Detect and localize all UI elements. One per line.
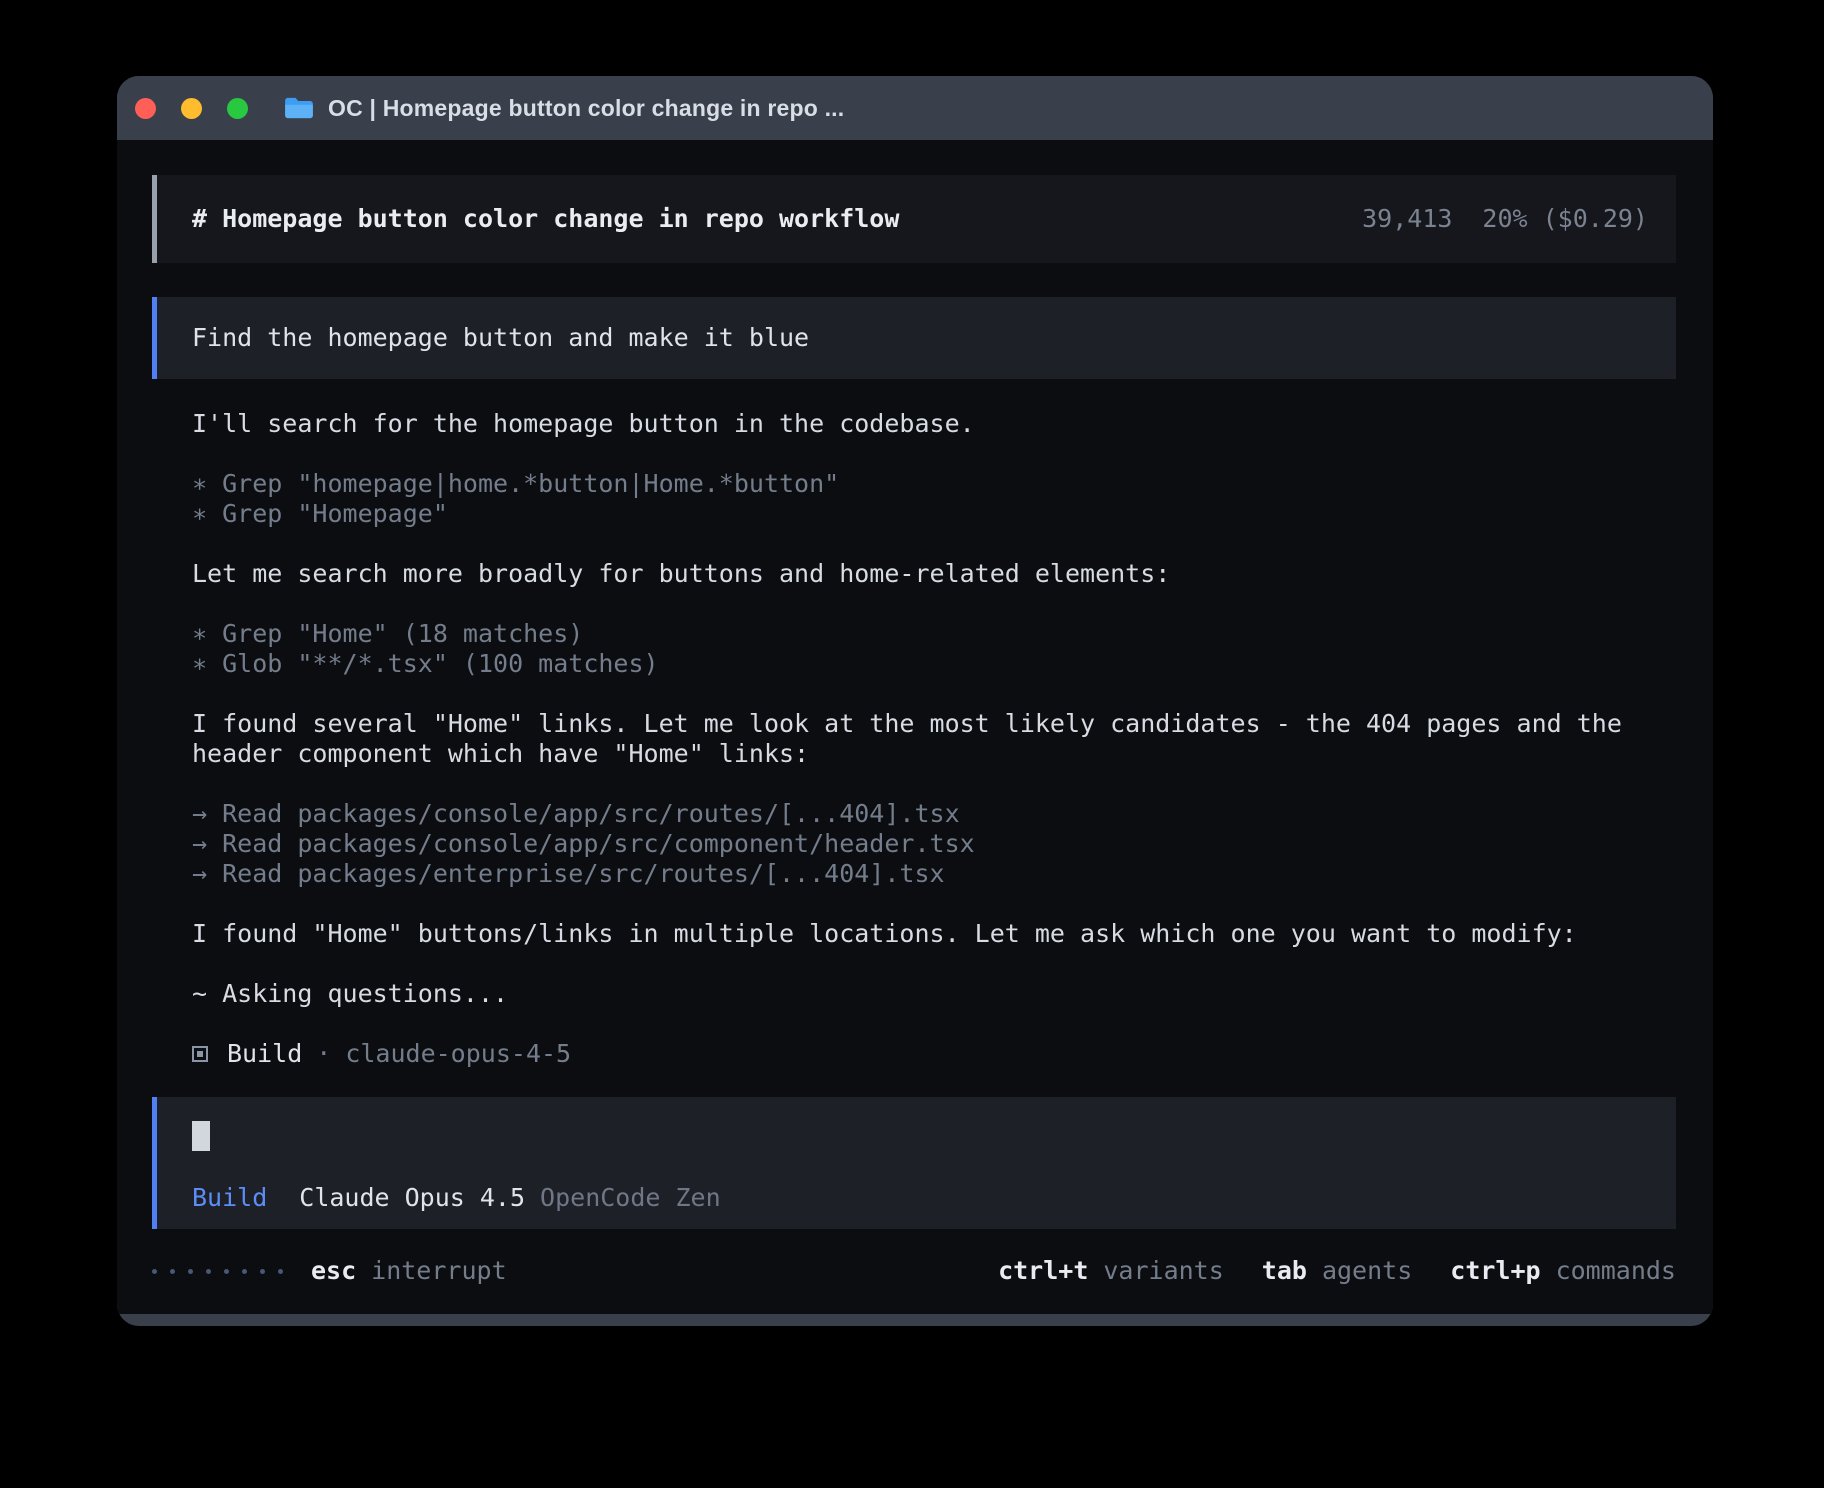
session-stats: 39,413 20% ($0.29) [1362,204,1648,234]
input-meta: Build Claude Opus 4.5 OpenCode Zen [192,1183,1676,1213]
agent-build-icon [192,1046,208,1062]
window-title-group: OC | Homepage button color change in rep… [284,95,844,122]
ctrl-p-key-hint: ctrl+p [1450,1256,1540,1286]
activity-dots [152,1269,283,1274]
ctrl-t-key-hint: ctrl+t [998,1256,1088,1286]
tool-call-read: → Read packages/console/app/src/routes/[… [192,799,1676,829]
agents-hint: tab agents [1262,1256,1412,1286]
traffic-lights [117,98,248,119]
folder-icon [284,96,314,120]
agent-separator: · [316,1039,331,1069]
terminal-window: OC | Homepage button color change in rep… [117,76,1713,1326]
agent-mode-label: Build [192,1183,267,1213]
status-bar-right: ctrl+t variants tab agents ctrl+p comman… [998,1256,1676,1286]
tool-call-grep: ∗ Grep "homepage|home.*button|Home.*butt… [192,469,1676,499]
commands-label: commands [1556,1256,1676,1286]
agent-model: claude-opus-4-5 [345,1039,571,1069]
tool-call-grep: ∗ Grep "Homepage" [192,499,1676,529]
desktop: { "titlebar": { "title": "OC | Homepage … [0,0,1824,1488]
tab-key-hint: tab [1262,1256,1307,1286]
minimize-button[interactable] [181,98,202,119]
user-message-text: Find the homepage button and make it blu… [192,323,809,353]
tool-call-read: → Read packages/enterprise/src/routes/[.… [192,859,1676,889]
window-title: OC | Homepage button color change in rep… [328,95,844,122]
tool-call-grep: ∗ Grep "Home" (18 matches) [192,619,1676,649]
session-title: # Homepage button color change in repo w… [192,204,899,234]
titlebar: OC | Homepage button color change in rep… [117,76,1713,140]
status-bar: esc interrupt ctrl+t variants tab agents… [152,1256,1676,1286]
agent-status: Build · claude-opus-4-5 [192,1039,1676,1069]
tool-call-group: → Read packages/console/app/src/routes/[… [192,799,1676,889]
token-count: 39,413 [1362,204,1452,234]
assistant-text: I'll search for the homepage button in t… [192,409,1676,439]
asking-questions-status: ~ Asking questions... [192,979,1676,1009]
user-message: Find the homepage button and make it blu… [152,297,1676,379]
status-bar-left: esc interrupt [152,1256,507,1286]
tool-call-glob: ∗ Glob "**/*.tsx" (100 matches) [192,649,1676,679]
assistant-text: I found several "Home" links. Let me loo… [192,709,1676,769]
esc-key-hint: esc [311,1256,356,1286]
close-button[interactable] [135,98,156,119]
model-label: Claude Opus 4.5 [299,1183,525,1213]
assistant-text: Let me search more broadly for buttons a… [192,559,1676,589]
text-cursor [192,1121,210,1151]
context-usage: 20% ($0.29) [1482,204,1648,234]
agent-name: Build [227,1039,302,1069]
assistant-text: I found "Home" buttons/links in multiple… [192,919,1676,949]
tool-call-read: → Read packages/console/app/src/componen… [192,829,1676,859]
variants-hint: ctrl+t variants [998,1256,1224,1286]
zoom-button[interactable] [227,98,248,119]
prompt-input[interactable]: Build Claude Opus 4.5 OpenCode Zen [152,1097,1676,1229]
agents-label: agents [1322,1256,1412,1286]
session-header: # Homepage button color change in repo w… [152,175,1676,263]
variants-label: variants [1103,1256,1223,1286]
commands-hint: ctrl+p commands [1450,1256,1676,1286]
terminal-content: # Homepage button color change in repo w… [117,140,1713,1314]
tool-call-group: ∗ Grep "homepage|home.*button|Home.*butt… [192,469,1676,529]
provider-label: OpenCode Zen [540,1183,721,1213]
interrupt-label: interrupt [371,1256,506,1286]
tool-call-group: ∗ Grep "Home" (18 matches) ∗ Glob "**/*.… [192,619,1676,679]
assistant-transcript: I'll search for the homepage button in t… [152,409,1676,1069]
